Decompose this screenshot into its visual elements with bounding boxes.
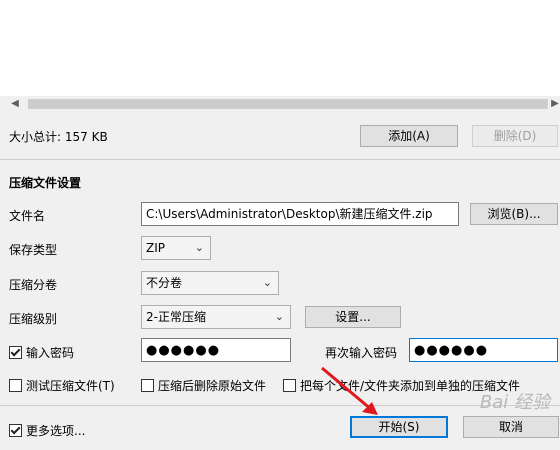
checkbox-checked-icon[interactable] — [9, 346, 22, 359]
section-title: 压缩文件设置 — [9, 176, 82, 190]
divider — [0, 159, 560, 160]
size-total-label: 大小总计: 157 KB — [9, 130, 108, 144]
reenter-password-label: 再次输入密码 — [325, 346, 398, 360]
save-type-value: ZIP — [146, 241, 165, 255]
test-archive-label: 测试压缩文件(T) — [26, 379, 115, 393]
watermark: Bai 经验 — [479, 392, 550, 413]
password-mask: ●●●●●● — [146, 343, 221, 358]
scroll-left-icon[interactable]: ◀ — [8, 97, 22, 111]
browse-button[interactable]: 浏览(B)... — [470, 203, 558, 225]
checkbox-checked-icon[interactable] — [9, 424, 22, 437]
split-value: 不分卷 — [146, 276, 183, 290]
scroll-right-icon[interactable]: ▶ — [548, 97, 560, 111]
delete-after-checkbox[interactable]: 压缩后删除原始文件 — [141, 377, 266, 394]
more-options-label: 更多选项... — [26, 424, 86, 438]
chevron-down-icon: ⌄ — [262, 276, 272, 289]
annotation-arrow-icon — [321, 366, 378, 415]
cancel-button[interactable]: 取消 — [463, 416, 559, 438]
settings-button[interactable]: 设置... — [305, 306, 401, 328]
delete-after-label: 压缩后删除原始文件 — [158, 379, 267, 393]
add-button[interactable]: 添加(A) — [360, 125, 458, 147]
save-type-select[interactable]: ZIP ⌄ — [141, 236, 211, 260]
file-list[interactable] — [0, 0, 560, 111]
chevron-down-icon: ⌄ — [274, 310, 284, 323]
filename-label: 文件名 — [9, 209, 46, 223]
scrollbar-thumb[interactable] — [28, 99, 548, 109]
split-label: 压缩分卷 — [9, 278, 58, 292]
divider — [0, 405, 560, 406]
checkbox-icon[interactable] — [141, 379, 154, 392]
chevron-down-icon: ⌄ — [194, 241, 204, 254]
reenter-password-field[interactable]: ●●●●●● — [409, 338, 558, 362]
split-select[interactable]: 不分卷 ⌄ — [141, 271, 279, 295]
level-select[interactable]: 2-正常压缩 ⌄ — [141, 305, 291, 329]
password-field[interactable]: ●●●●●● — [141, 338, 291, 362]
filename-field[interactable]: C:\Users\Administrator\Desktop\新建压缩文件.zi… — [141, 202, 459, 226]
enter-password-checkbox[interactable]: 输入密码 — [9, 344, 74, 361]
level-label: 压缩级别 — [9, 312, 58, 326]
delete-button[interactable]: 删除(D) — [472, 125, 558, 147]
reenter-password-mask: ●●●●●● — [414, 343, 489, 358]
checkbox-icon[interactable] — [9, 379, 22, 392]
more-options-checkbox[interactable]: 更多选项... — [9, 422, 85, 439]
save-type-label: 保存类型 — [9, 243, 58, 257]
test-archive-checkbox[interactable]: 测试压缩文件(T) — [9, 377, 115, 394]
level-value: 2-正常压缩 — [146, 310, 206, 324]
checkbox-icon[interactable] — [283, 379, 296, 392]
horizontal-scrollbar[interactable]: ◀ ▶ — [0, 96, 560, 112]
enter-password-label: 输入密码 — [26, 346, 75, 360]
